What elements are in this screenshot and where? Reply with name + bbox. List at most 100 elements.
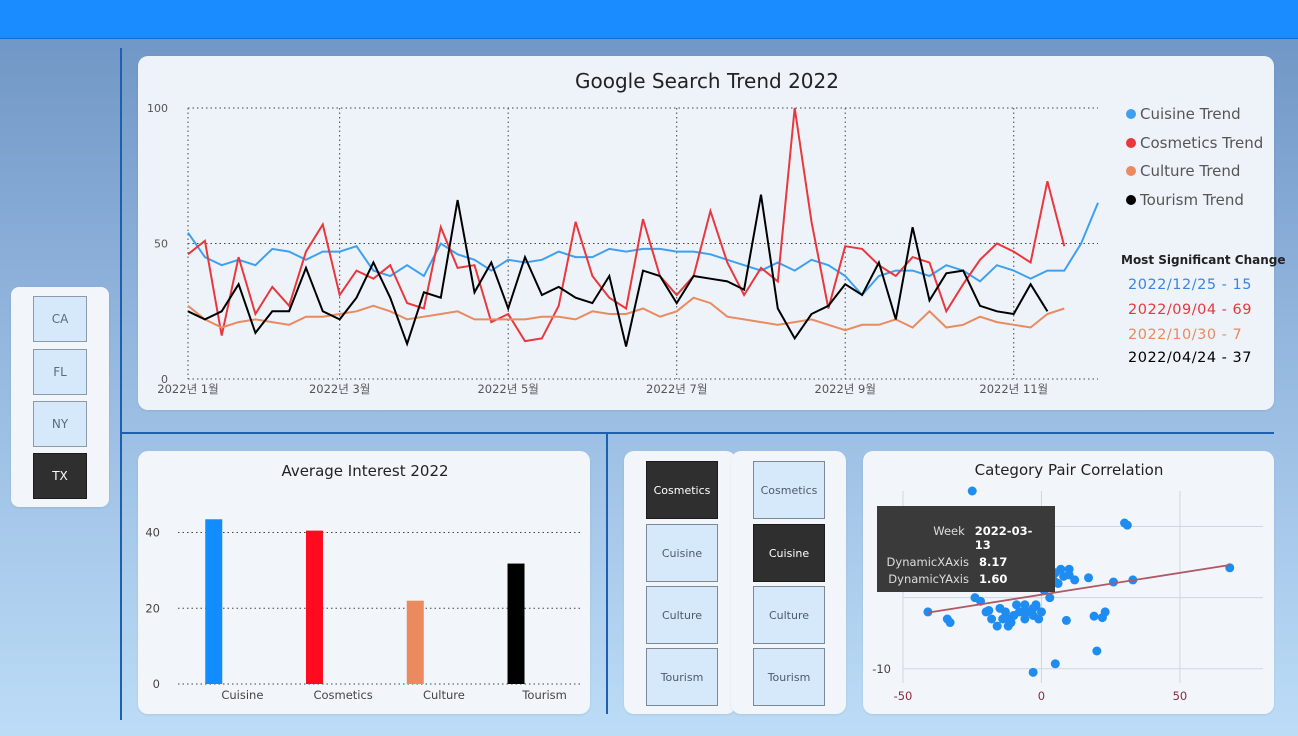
trend-grid [187,107,1098,380]
divider-horizontal [122,432,1274,434]
left-option-culture[interactable]: Culture [646,586,718,644]
scatter-point [998,614,1008,624]
trend-series-line [187,202,1099,297]
right-option-cuisine[interactable]: Cuisine [753,524,825,582]
right-option-cosmetics[interactable]: Cosmetics [753,461,825,519]
scatter-x-tick-label: 0 [1038,689,1045,703]
state-option-ny[interactable]: NY [33,401,87,447]
trend-chart-card: Google Search Trend 2022 0 50 100 2022년 1월 2… [138,56,1274,410]
state-option-tx[interactable]: TX [33,453,87,499]
legend-label: Cuisine Trend [1140,105,1241,123]
legend-label: Tourism Trend [1140,191,1244,209]
scatter-point [1009,610,1019,620]
scatter-point [984,605,994,615]
msc-cosmetics: 2022/09/04 - 69 [1128,302,1252,318]
divider-vertical-mid [606,434,608,714]
legend-item-tourism[interactable]: Tourism Trend [1126,191,1244,209]
bar-x-tick-label: Cuisine [221,688,263,702]
scatter-y-tick-label: -10 [872,662,891,676]
bar-cosmetics [306,530,324,684]
bar-x-tick-label: Culture [423,688,465,702]
scatter-point [1028,667,1038,677]
top-bar [0,0,1298,39]
tooltip-label-x: DynamicXAxis [886,555,969,569]
legend-dot [1126,138,1136,148]
divider-vertical-left [120,48,122,720]
bar-y-tick-label: 0 [153,677,160,691]
tooltip-value-week: 2022-03-13 [974,524,1033,552]
scatter-point [1070,575,1080,585]
trend-chart-title: Google Search Trend 2022 [575,69,839,93]
scatter-point [1050,659,1060,669]
scatter-point [1061,615,1071,625]
trend-lines [187,107,1099,347]
avg-interest-card: Average Interest 2022 0 20 40 Cuisine Cosme… [138,451,590,714]
correlation-title: Category Pair Correlation [975,461,1164,479]
legend-item-culture[interactable]: Culture Trend [1126,162,1240,180]
right-option-culture[interactable]: Culture [753,586,825,644]
bar-x-tick-label: Cosmetics [313,688,372,702]
scatter-point [1092,646,1102,656]
msc-tourism: 2022/04/24 - 37 [1128,350,1252,366]
scatter-point [1100,607,1110,617]
scatter-point [967,486,977,496]
scatter-x-tick-label: -50 [894,689,913,703]
bar-cuisine [205,519,223,684]
avg-interest-title: Average Interest 2022 [281,462,448,480]
right-option-tourism[interactable]: Tourism [753,648,825,706]
tooltip-value-x: 8.17 [979,555,1008,569]
scatter-point [1012,600,1022,610]
tooltip-value-y: 1.60 [979,572,1008,586]
msc-title: Most Significant Change [1121,253,1286,267]
pair-slicer-right: Cosmetics Cuisine Culture Tourism [731,451,846,714]
scatter-point [1017,607,1027,617]
scatter-point [970,593,980,603]
scatter-point [1031,601,1041,611]
legend-dot [1126,195,1136,205]
tooltip-label-week: Week [933,524,965,538]
trend-x-tick-label: 2022년 1월 [157,382,218,396]
bar-culture [406,600,424,684]
trend-series-line [187,107,1066,343]
correlation-card: Category Pair Correlation -50 0 50 -10 Week… [863,451,1274,714]
legend-label: Cosmetics Trend [1140,134,1264,152]
state-slicer: CA FL NY TX [11,287,109,507]
left-option-cuisine[interactable]: Cuisine [646,524,718,582]
scatter-point [995,603,1005,613]
bar-y-tick-label: 40 [145,526,160,540]
state-option-ca[interactable]: CA [33,296,87,342]
state-option-fl[interactable]: FL [33,349,87,395]
scatter-point [1084,573,1094,583]
legend-dot [1126,166,1136,176]
scatter-point [1089,611,1099,621]
trend-x-tick-label: 2022년 11월 [979,382,1048,396]
scatter-point [992,621,1002,631]
scatter-x-tick-label: 50 [1173,689,1188,703]
scatter-point [945,618,955,628]
msc-cuisine: 2022/12/25 - 15 [1128,277,1252,293]
legend-item-cuisine[interactable]: Cuisine Trend [1126,105,1241,123]
bar-marks: Cuisine Cosmetics Culture Tourism [205,519,567,702]
trend-x-tick-label: 2022년 3월 [309,382,370,396]
trend-y-tick-label: 100 [147,102,168,115]
trend-x-tick-label: 2022년 9월 [815,382,876,396]
trend-x-tick-label: 2022년 5월 [477,382,538,396]
scatter-point [987,614,997,624]
trend-series-line [187,194,1049,347]
legend-item-cosmetics[interactable]: Cosmetics Trend [1126,134,1263,152]
bar-x-tick-label: Tourism [521,688,567,702]
bar-tourism [507,563,525,684]
msc-culture: 2022/10/30 - 7 [1128,327,1243,343]
left-option-cosmetics[interactable]: Cosmetics [646,461,718,519]
left-option-tourism[interactable]: Tourism [646,648,718,706]
avg-interest-chart: Average Interest 2022 0 20 40 Cuisine Cosme… [145,462,581,702]
bar-y-tick-label: 20 [145,601,160,615]
legend-dot [1126,109,1136,119]
trend-y-tick-label: 50 [154,238,168,251]
trend-ticks: 0501002022년 1월 2022년 3월 2022년 5월 2022년 7월 20… [147,102,1048,396]
scatter-point [1003,621,1013,631]
scatter-point [1122,520,1132,530]
scatter-tooltip: Week 2022-03-13 DynamicXAxis 8.17 DynamicY… [877,506,1055,592]
legend-label: Culture Trend [1140,162,1241,180]
tooltip-label-y: DynamicYAxis [888,572,969,586]
